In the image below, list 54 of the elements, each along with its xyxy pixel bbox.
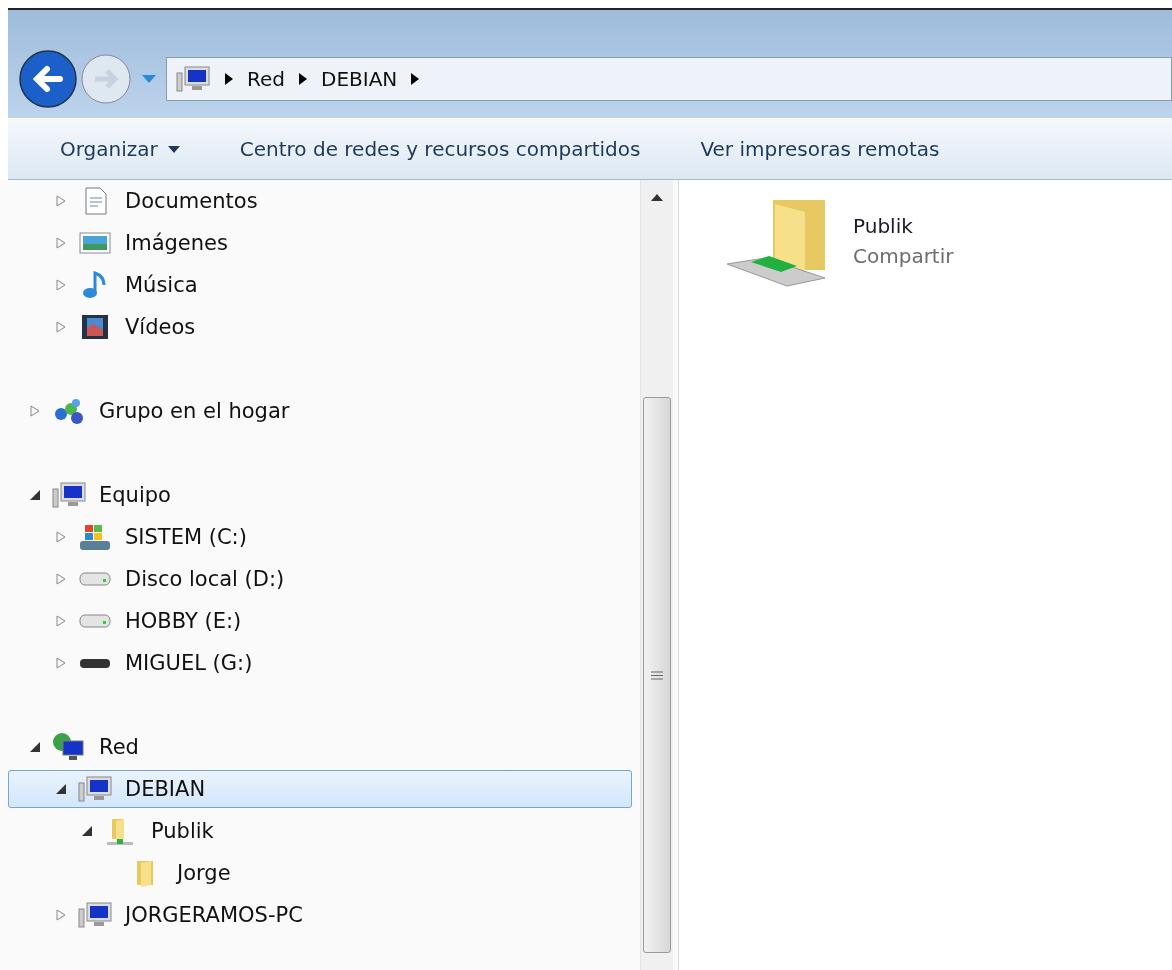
drive-icon bbox=[77, 613, 113, 629]
expand-arrow-icon[interactable] bbox=[55, 279, 67, 291]
share-type: Compartir bbox=[853, 244, 954, 268]
breadcrumb-arrow-icon[interactable] bbox=[411, 73, 420, 85]
collapse-arrow-icon[interactable] bbox=[29, 490, 41, 500]
address-field[interactable]: Red DEBIAN bbox=[166, 57, 1172, 101]
toolbar-button[interactable]: Centro de redes y recursos compartidos bbox=[227, 131, 653, 167]
toolbar-button[interactable]: Ver impresoras remotas bbox=[688, 131, 952, 167]
network-icon bbox=[51, 731, 87, 763]
expand-arrow-icon[interactable] bbox=[55, 657, 67, 669]
expand-arrow-icon[interactable] bbox=[55, 909, 67, 921]
expand-arrow-icon[interactable] bbox=[55, 573, 67, 585]
computer-icon bbox=[175, 63, 211, 95]
scroll-up-arrow-icon[interactable] bbox=[651, 194, 663, 201]
tree-item[interactable]: SISTEM (C:) bbox=[8, 518, 632, 556]
tree-item[interactable]: HOBBY (E:) bbox=[8, 602, 632, 640]
tree-item[interactable]: Grupo en el hogar bbox=[8, 392, 632, 430]
tree-item[interactable]: JORGERAMOS-PC bbox=[8, 896, 632, 934]
breadcrumb-arrow-icon[interactable] bbox=[225, 73, 233, 85]
tree-item[interactable]: Red bbox=[8, 728, 632, 766]
breadcrumb[interactable]: Red bbox=[247, 67, 285, 91]
scrollbar-thumb[interactable] bbox=[643, 397, 671, 953]
drive-icon bbox=[77, 656, 113, 670]
tree-item[interactable]: Disco local (D:) bbox=[8, 560, 632, 598]
tree-item[interactable]: Imágenes bbox=[8, 224, 632, 262]
expand-arrow-icon[interactable] bbox=[55, 195, 67, 207]
collapse-arrow-icon[interactable] bbox=[81, 826, 93, 836]
tree-item[interactable]: MIGUEL (G:) bbox=[8, 644, 632, 682]
tree-item[interactable]: Vídeos bbox=[8, 308, 632, 346]
computer-icon bbox=[77, 899, 113, 931]
collapse-arrow-icon[interactable] bbox=[29, 742, 41, 752]
drive-icon bbox=[77, 571, 113, 587]
expand-arrow-icon[interactable] bbox=[55, 531, 67, 543]
back-button[interactable] bbox=[18, 49, 78, 109]
tree-item[interactable]: Música bbox=[8, 266, 632, 304]
scrollbar[interactable] bbox=[640, 180, 673, 970]
expand-arrow-icon[interactable] bbox=[55, 237, 67, 249]
tree-item[interactable]: Jorge bbox=[8, 854, 632, 892]
collapse-arrow-icon[interactable] bbox=[55, 784, 67, 794]
tree-item[interactable]: Documentos bbox=[8, 182, 632, 220]
expand-arrow-icon[interactable] bbox=[55, 321, 67, 333]
computer-icon bbox=[51, 479, 87, 511]
tree-item[interactable]: Publik bbox=[8, 812, 632, 850]
breadcrumb[interactable]: DEBIAN bbox=[321, 67, 398, 91]
toolbar-button[interactable]: Organizar bbox=[48, 131, 192, 167]
computer-icon bbox=[77, 773, 113, 805]
tree-item[interactable]: Equipo bbox=[8, 476, 632, 514]
grip-icon bbox=[651, 670, 663, 680]
dropdown-arrow-icon[interactable] bbox=[142, 75, 156, 83]
breadcrumb-arrow-icon[interactable] bbox=[299, 73, 307, 85]
expand-arrow-icon[interactable] bbox=[55, 615, 67, 627]
expand-arrow-icon[interactable] bbox=[29, 405, 41, 417]
tree-item[interactable]: DEBIAN bbox=[8, 770, 632, 808]
share-name[interactable]: Publik bbox=[853, 214, 954, 238]
